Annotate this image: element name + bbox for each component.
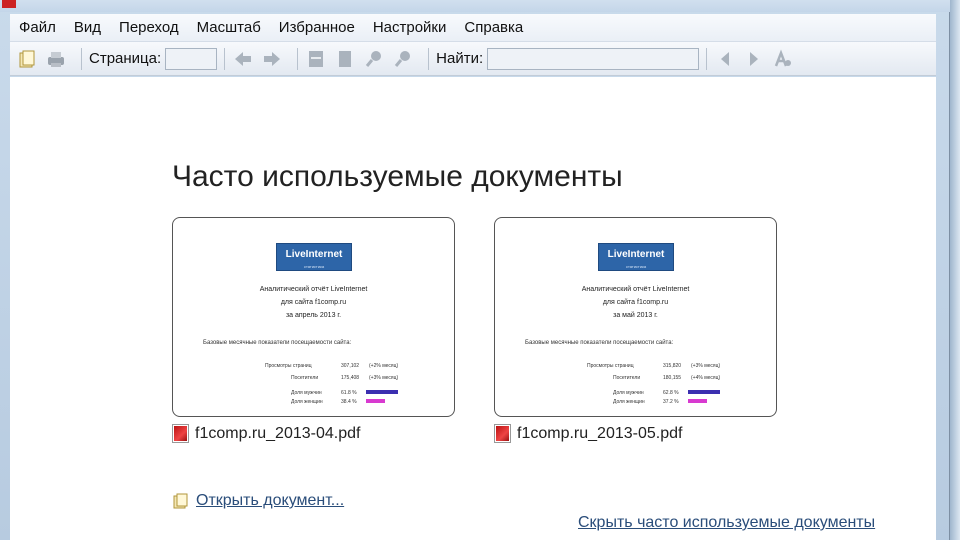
- men-share-bar: [366, 390, 398, 394]
- thumb-row-value: 180,155: [663, 375, 682, 381]
- thumb-row-value: 38.4 %: [341, 399, 357, 405]
- thumb-section: Базовые месячные показатели посещаемости…: [525, 340, 674, 346]
- pdf-file-icon: [172, 424, 189, 443]
- thumb-row-note: (+4% месяц): [691, 375, 721, 381]
- forward-arrow-icon[interactable]: [261, 48, 283, 70]
- thumb-row-label: Посетители: [291, 375, 319, 381]
- find-previous-icon[interactable]: [714, 48, 736, 70]
- zoom-in-icon[interactable]: [392, 48, 414, 70]
- menu-favorites[interactable]: Избранное: [279, 19, 355, 36]
- fit-width-icon[interactable]: [334, 48, 356, 70]
- women-share-bar: [688, 399, 707, 403]
- menu-help[interactable]: Справка: [464, 19, 523, 36]
- find-next-icon[interactable]: [743, 48, 765, 70]
- thumb-row-value: 62.8 %: [663, 390, 679, 396]
- find-input[interactable]: [487, 47, 700, 70]
- thumb-row-label: Просмотры страниц: [587, 363, 634, 369]
- menu-file[interactable]: Файл: [19, 19, 56, 36]
- window-edge: [950, 0, 960, 540]
- toolbar-separator: [428, 47, 430, 70]
- men-share-bar: [688, 390, 720, 394]
- women-share-bar: [366, 399, 385, 403]
- document-thumbnail[interactable]: LiveInternet статистика Аналитический от…: [172, 217, 455, 417]
- document-item[interactable]: LiveInternet статистика Аналитический от…: [172, 217, 455, 443]
- find-label: Найти:: [436, 50, 484, 67]
- pdf-file-icon: [494, 424, 511, 443]
- thumb-row-label: Просмотры страниц: [265, 363, 312, 369]
- document-filename[interactable]: f1comp.ru_2013-04.pdf: [172, 424, 455, 443]
- thumb-period: за май 2013 г.: [613, 312, 658, 319]
- app-icon: [2, 0, 16, 8]
- frequent-documents-heading: Часто используемые документы: [172, 160, 623, 193]
- page-label: Страница:: [89, 50, 162, 67]
- thumb-row-label: Доля женщин: [291, 399, 323, 405]
- thumb-row-note: (+2% месяц): [369, 363, 399, 369]
- fit-page-icon[interactable]: [305, 48, 327, 70]
- document-item[interactable]: LiveInternet статистика Аналитический от…: [494, 217, 777, 443]
- thumb-row-label: Доля мужчин: [291, 390, 322, 396]
- back-arrow-icon[interactable]: [232, 48, 254, 70]
- thumb-row-value: 175,408: [341, 375, 360, 381]
- open-folder-icon[interactable]: [16, 48, 38, 70]
- zoom-out-icon[interactable]: [363, 48, 385, 70]
- liveinternet-logo: LiveInternet статистика: [276, 243, 352, 271]
- title-bar: [0, 0, 950, 12]
- liveinternet-logo: LiveInternet статистика: [598, 243, 674, 271]
- thumb-title: Аналитический отчёт LiveInternet: [581, 286, 690, 293]
- document-filename-text[interactable]: f1comp.ru_2013-05.pdf: [517, 425, 682, 443]
- open-document-link[interactable]: Открыть документ...: [172, 492, 344, 510]
- thumb-row-label: Доля женщин: [613, 399, 645, 405]
- menu-bar: Файл Вид Переход Масштаб Избранное Настр…: [10, 14, 936, 42]
- document-filename-text[interactable]: f1comp.ru_2013-04.pdf: [195, 425, 360, 443]
- thumb-section: Базовые месячные показатели посещаемости…: [203, 340, 352, 346]
- open-document-text[interactable]: Открыть документ...: [196, 492, 344, 510]
- thumb-row-value: 61.8 %: [341, 390, 357, 396]
- print-icon[interactable]: [45, 48, 67, 70]
- menu-go[interactable]: Переход: [119, 19, 179, 36]
- open-folder-icon: [172, 492, 190, 510]
- thumb-site: для сайта f1comp.ru: [602, 299, 669, 306]
- thumb-period: за апрель 2013 г.: [285, 312, 342, 319]
- thumb-site: для сайта f1comp.ru: [280, 299, 347, 306]
- toolbar-separator: [706, 47, 708, 70]
- thumb-row-value: 307,102: [341, 363, 360, 369]
- thumb-title: Аналитический отчёт LiveInternet: [259, 286, 368, 293]
- toolbar: Страница: Найти:: [10, 42, 936, 76]
- thumb-row-label: Доля мужчин: [613, 390, 644, 396]
- thumb-row-note: (+3% месяц): [369, 375, 399, 381]
- document-filename[interactable]: f1comp.ru_2013-05.pdf: [494, 424, 777, 443]
- thumb-row-label: Посетители: [613, 375, 641, 381]
- menu-settings[interactable]: Настройки: [373, 19, 447, 36]
- document-thumbnail[interactable]: LiveInternet статистика Аналитический от…: [494, 217, 777, 417]
- match-case-icon[interactable]: [772, 48, 794, 70]
- thumb-row-value: 315,820: [663, 363, 682, 369]
- toolbar-separator: [81, 47, 82, 70]
- app-window: Файл Вид Переход Масштаб Избранное Настр…: [0, 0, 950, 540]
- hide-frequent-documents-link[interactable]: Скрыть часто используемые документы: [578, 514, 875, 532]
- thumb-row-note: (+3% месяц): [691, 363, 721, 369]
- menu-view[interactable]: Вид: [74, 19, 101, 36]
- start-page: Часто используемые документы LiveInterne…: [10, 77, 936, 540]
- menu-zoom[interactable]: Масштаб: [197, 19, 261, 36]
- toolbar-separator: [224, 47, 226, 70]
- thumb-row-value: 37.2 %: [663, 399, 679, 405]
- toolbar-separator: [297, 47, 299, 70]
- page-input[interactable]: [165, 47, 218, 70]
